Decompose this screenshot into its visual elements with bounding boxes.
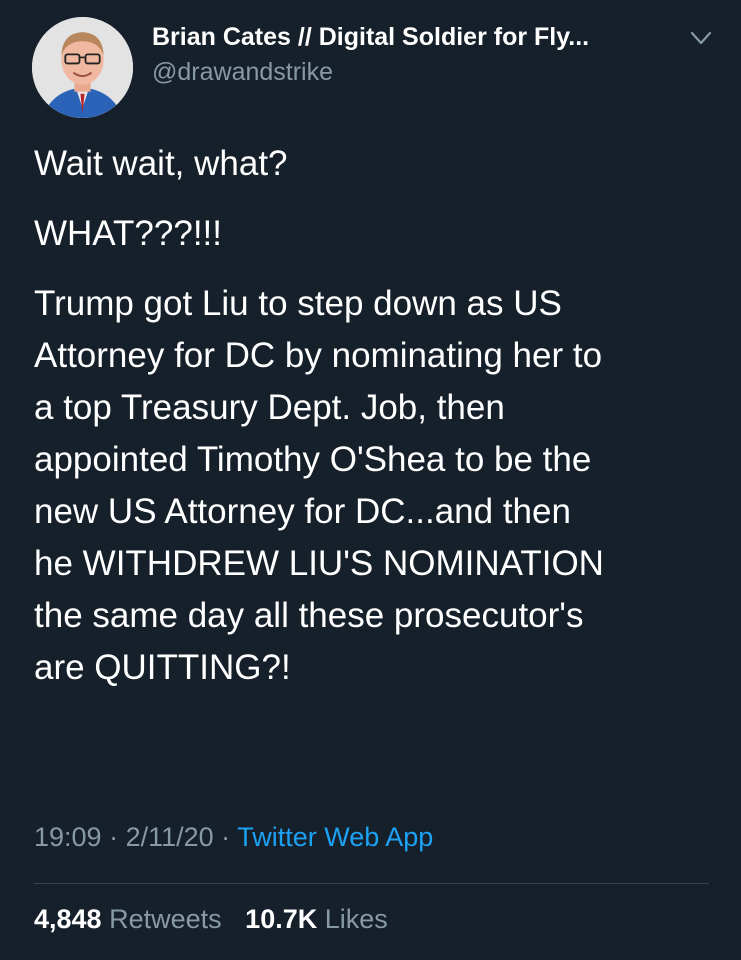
author-display-name[interactable]: Brian Cates // Digital Soldier for Fly..… — [152, 23, 589, 52]
tweet-source-link[interactable]: Twitter Web App — [237, 822, 433, 852]
likes-label: Likes — [324, 904, 388, 934]
tweet-card: Brian Cates // Digital Soldier for Fly..… — [0, 0, 741, 960]
tweet-text: Wait wait, what? WHAT???!!! Trump got Li… — [34, 138, 724, 694]
profile-photo-icon — [32, 17, 133, 118]
likes-count: 10.7K — [245, 904, 318, 934]
tweet-date[interactable]: 2/11/20 — [126, 822, 214, 852]
tweet-paragraph: Wait wait, what? — [34, 144, 288, 183]
avatar[interactable] — [32, 17, 133, 118]
tweet-paragraph: WHAT???!!! — [34, 214, 223, 253]
tweet-paragraph: Trump got Liu to step down as US Attorne… — [34, 284, 604, 687]
retweets-label: Retweets — [109, 904, 222, 934]
tweet-time[interactable]: 19:09 — [34, 822, 102, 852]
divider — [34, 883, 709, 884]
tweet-metadata: 19:09 · 2/11/20 · Twitter Web App — [34, 822, 433, 853]
meta-separator: · — [101, 822, 126, 852]
likes-stat[interactable]: 10.7K Likes — [245, 904, 388, 934]
retweets-count: 4,848 — [34, 904, 102, 934]
chevron-down-icon[interactable] — [690, 30, 712, 46]
tweet-stats: 4,848 Retweets 10.7K Likes — [34, 904, 404, 935]
meta-separator: · — [213, 822, 238, 852]
retweets-stat[interactable]: 4,848 Retweets — [34, 904, 229, 934]
author-handle[interactable]: @drawandstrike — [152, 58, 333, 87]
